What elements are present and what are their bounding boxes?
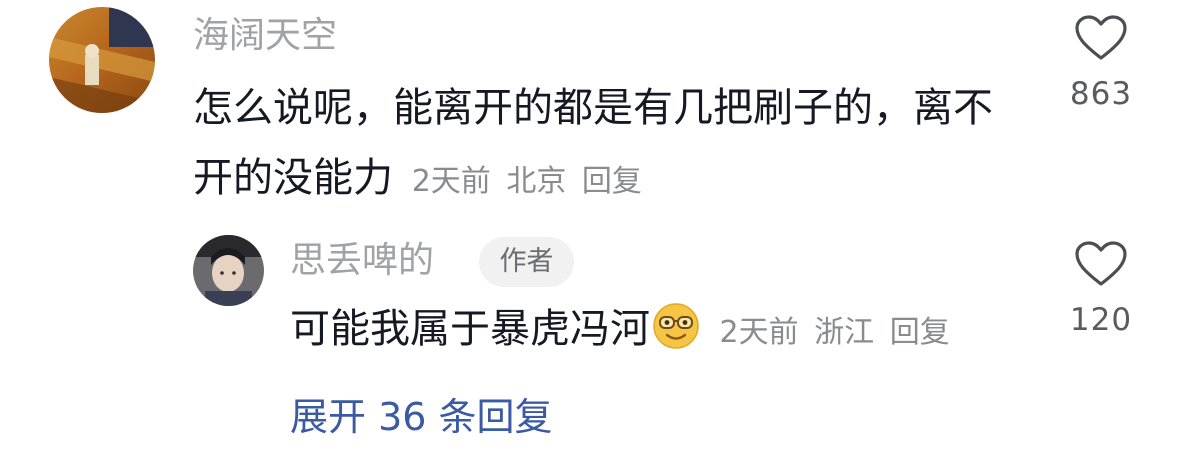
sunglasses-smile-emoji <box>653 303 699 349</box>
heart-outline-icon <box>1075 15 1127 60</box>
expand-replies-button[interactable]: 展开 36 条回复 <box>290 386 553 441</box>
comment-meta: 2天前 北京 回复 <box>406 164 642 199</box>
reply-body: 可能我属于暴虎冯河 2天前 浙江 回复 <box>290 300 950 362</box>
reply-reply-button[interactable]: 回复 <box>890 315 950 350</box>
comment-username[interactable]: 海阔天空 <box>193 16 337 56</box>
comment-location: 北京 <box>506 164 567 199</box>
avatar-image <box>193 235 264 306</box>
comment-avatar[interactable] <box>49 7 155 113</box>
reply-time: 2天前 <box>719 315 799 350</box>
reply-like-button[interactable]: 120 <box>1056 240 1146 338</box>
comment-body: 怎么说呢，能离开的都是有几把刷子的，离不开的没能力 2天前 北京 回复 <box>193 73 1023 217</box>
comment-like-button[interactable]: 863 <box>1056 14 1146 112</box>
reply-location: 浙江 <box>814 315 875 350</box>
reply-text: 可能我属于暴虎冯河 <box>290 306 650 352</box>
author-badge: 作者 <box>479 237 574 287</box>
reply-username[interactable]: 思丢啤的 <box>290 241 434 281</box>
reply-meta: 2天前 浙江 回复 <box>704 315 950 350</box>
reply-like-count: 120 <box>1069 302 1133 338</box>
comment-time: 2天前 <box>411 164 491 199</box>
comment-like-count: 863 <box>1069 76 1133 112</box>
avatar-image <box>49 7 155 113</box>
comment-reply-button[interactable]: 回复 <box>582 164 642 199</box>
heart-outline-icon <box>1075 241 1127 286</box>
reply-avatar[interactable] <box>193 235 264 306</box>
